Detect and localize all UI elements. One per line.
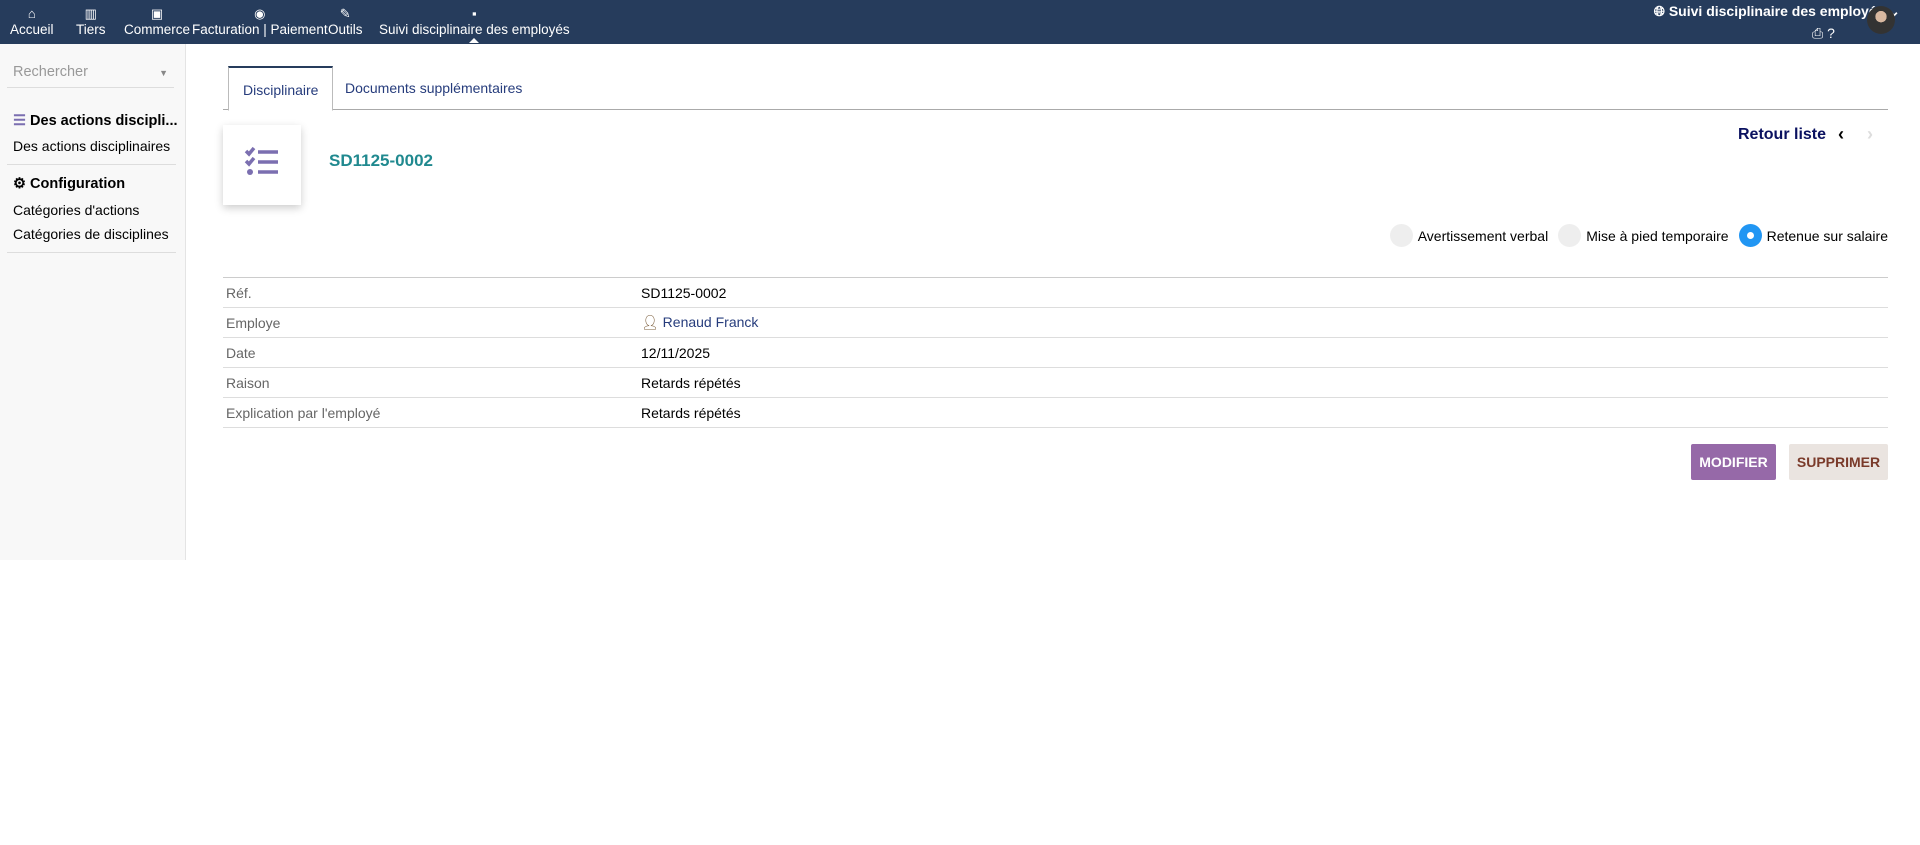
record-fields: Réf. SD1125-0002 Employe 👤︎ Renaud Franck … — [223, 277, 1888, 428]
field-value: Retards répétés — [638, 367, 1888, 398]
field-label: Réf. — [223, 277, 638, 308]
status-mise-a-pied[interactable]: Mise à pied temporaire — [1558, 224, 1729, 247]
sidebar-section-configuration[interactable]: ⚙ Configuration — [13, 176, 125, 192]
status-retenue[interactable]: Retenue sur salaire — [1738, 224, 1888, 247]
delete-button[interactable]: SUPPRIMER — [1789, 444, 1888, 480]
briefcase-icon: ▣ — [150, 6, 164, 21]
nav-tiers[interactable]: ▥ Tiers — [76, 5, 106, 37]
table-row: Réf. SD1125-0002 — [223, 277, 1888, 308]
radio-selected-icon — [1738, 224, 1762, 247]
module-selector[interactable]: 🌐︎ Suivi disciplinaire des employés ⌄ — [1654, 3, 1900, 20]
radio-icon — [1558, 224, 1582, 247]
field-label: Employe — [223, 307, 638, 338]
status-selector: Avertissement verbal Mise à pied tempora… — [1389, 224, 1888, 247]
help-icon[interactable]: ? — [1827, 25, 1835, 41]
nav-accueil[interactable]: ⌂ Accueil — [10, 5, 54, 37]
field-value: 12/11/2025 — [638, 337, 1888, 368]
user-icon: 👤︎ — [641, 314, 663, 330]
field-value: SD1125-0002 — [638, 277, 1888, 308]
user-avatar[interactable] — [1867, 6, 1895, 34]
divider — [7, 252, 176, 253]
globe-icon: 🌐︎ — [1653, 3, 1669, 19]
sidebar-item-actions[interactable]: Des actions disciplinaires — [13, 138, 170, 154]
back-to-list-link[interactable]: Retour liste — [1738, 126, 1826, 144]
employee-link[interactable]: Renaud Franck — [663, 314, 759, 330]
nav-outils[interactable]: ✎ Outils — [328, 5, 363, 37]
modify-button[interactable]: MODIFIER — [1691, 444, 1776, 480]
building-icon: ▥ — [84, 6, 97, 21]
nav-commerce[interactable]: ▣ Commerce — [124, 5, 190, 37]
sidebar-section-actions[interactable]: ☰ Des actions discipli... — [13, 113, 178, 129]
radio-icon — [1389, 224, 1413, 247]
record-title: SD1125-0002 — [329, 151, 433, 170]
table-row: Raison Retards répétés — [223, 367, 1888, 398]
tab-disciplinaire[interactable]: Disciplinaire — [228, 66, 334, 111]
table-row: Explication par l'employé Retards répétés — [223, 397, 1888, 428]
wrench-icon: ✎ — [339, 6, 351, 21]
list-check-icon: ☰ — [13, 113, 31, 129]
record-icon — [223, 125, 301, 205]
list-check-icon — [244, 146, 278, 175]
gear-icon: ⚙ — [13, 176, 31, 192]
home-icon: ⌂ — [27, 6, 36, 21]
nav-suivi-disciplinaire[interactable]: ▪ Suivi disciplinaire des employés — [379, 5, 570, 43]
caret-down-icon: ▼ — [159, 68, 168, 78]
previous-record-icon[interactable]: ‹ — [1838, 124, 1844, 145]
divider — [7, 164, 176, 165]
sidebar-item-discipline-categories[interactable]: Catégories de disciplines — [13, 226, 169, 242]
note-icon: ▪ — [471, 6, 477, 21]
sidebar-item-action-categories[interactable]: Catégories d'actions — [13, 202, 139, 218]
tab-bar: Disciplinaire Documents supplémentaires — [223, 66, 1888, 111]
field-label: Explication par l'employé — [223, 397, 638, 428]
search-input[interactable]: Rechercher ▼ — [7, 64, 174, 88]
field-value: Retards répétés — [638, 397, 1888, 428]
tab-documents[interactable]: Documents supplémentaires — [331, 66, 536, 110]
nav-facturation[interactable]: ◉ Facturation | Paiement — [192, 5, 328, 37]
table-row: Date 12/11/2025 — [223, 337, 1888, 368]
field-value: 👤︎ Renaud Franck — [638, 307, 1888, 338]
coins-icon: ◉ — [254, 6, 266, 21]
status-avertissement[interactable]: Avertissement verbal — [1389, 224, 1548, 247]
next-record-icon[interactable]: › — [1867, 124, 1873, 145]
field-label: Date — [223, 337, 638, 368]
print-icon[interactable]: ⎙ — [1812, 25, 1823, 41]
sidebar: Rechercher ▼ ☰ Des actions discipli... De… — [0, 44, 186, 560]
field-label: Raison — [223, 367, 638, 398]
table-row: Employe 👤︎ Renaud Franck — [223, 307, 1888, 338]
top-navbar: ⌂ Accueil ▥ Tiers ▣ Commerce ◉ Facturation |… — [0, 0, 1920, 44]
